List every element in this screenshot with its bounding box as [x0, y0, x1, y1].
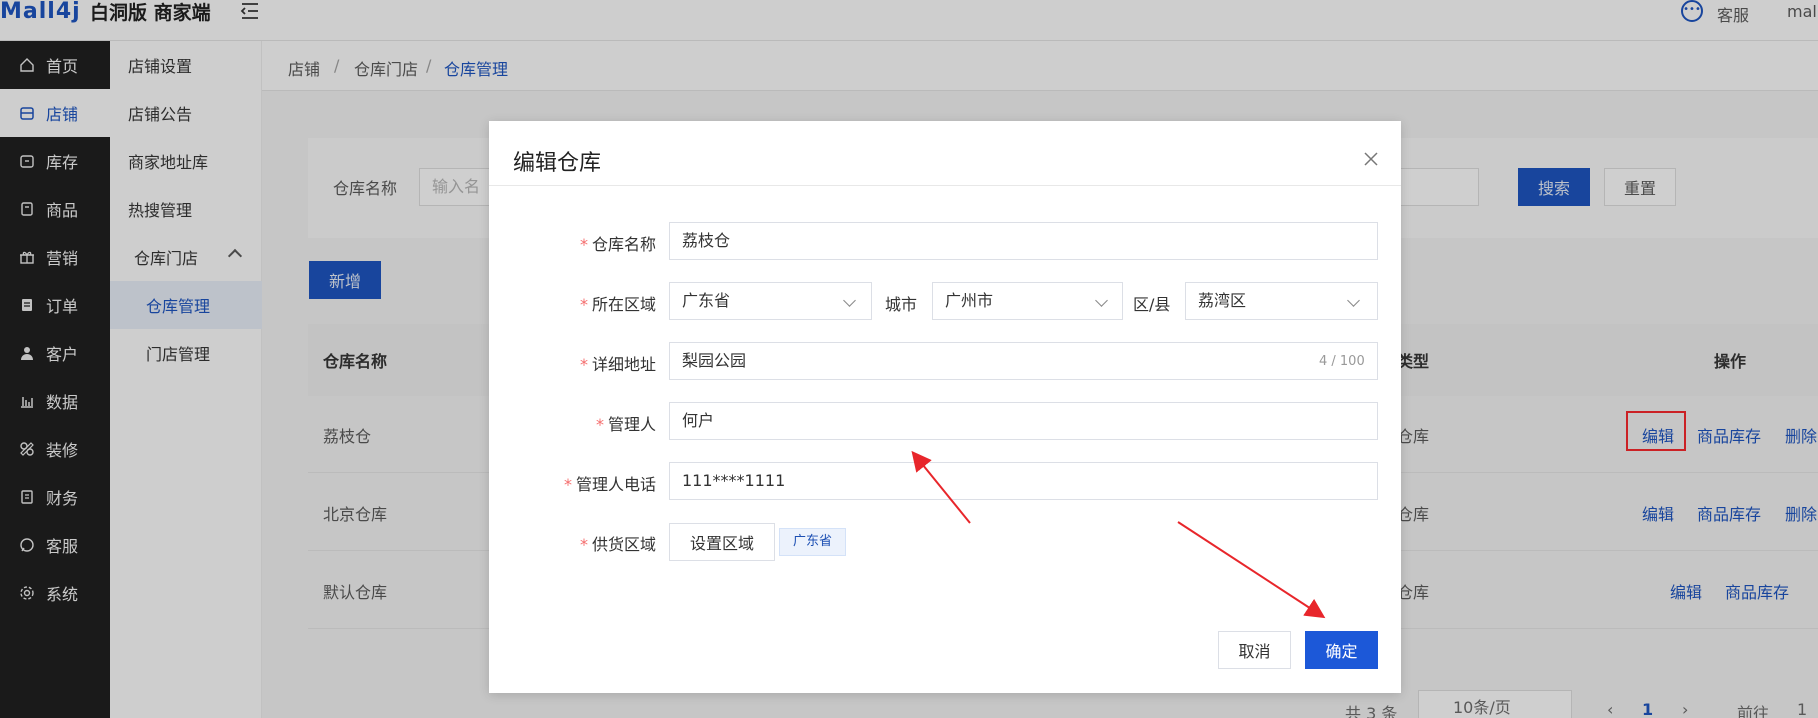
field-label-manager: * 管理人	[595, 415, 656, 434]
warehouse-name-input[interactable]: 荔枝仓	[669, 222, 1378, 260]
cancel-button[interactable]: 取消	[1218, 631, 1291, 669]
field-label-phone: * 管理人电话	[563, 475, 656, 494]
field-label-supply-area: * 供货区域	[579, 535, 656, 554]
district-label: 区/县	[1133, 295, 1171, 314]
supply-area-tag: 广东省	[779, 528, 846, 556]
phone-input[interactable]: 111****1111	[669, 462, 1378, 500]
field-label-address: * 详细地址	[579, 355, 656, 374]
manager-input[interactable]: 何户	[669, 402, 1378, 440]
city-select[interactable]: 广州市	[932, 282, 1123, 320]
address-char-count: 4 / 100	[1319, 354, 1365, 369]
province-select[interactable]: 广东省	[669, 282, 872, 320]
field-label-name: * 仓库名称	[579, 235, 656, 254]
confirm-button[interactable]: 确定	[1305, 631, 1378, 669]
dialog-title: 编辑仓库	[513, 151, 602, 176]
dialog-header-divider	[489, 185, 1401, 186]
close-icon[interactable]	[1363, 151, 1379, 167]
field-label-region: * 所在区域	[579, 295, 656, 314]
address-input[interactable]: 梨园公园	[669, 342, 1378, 380]
set-area-button[interactable]: 设置区域	[669, 523, 775, 561]
city-label: 城市	[885, 295, 918, 314]
